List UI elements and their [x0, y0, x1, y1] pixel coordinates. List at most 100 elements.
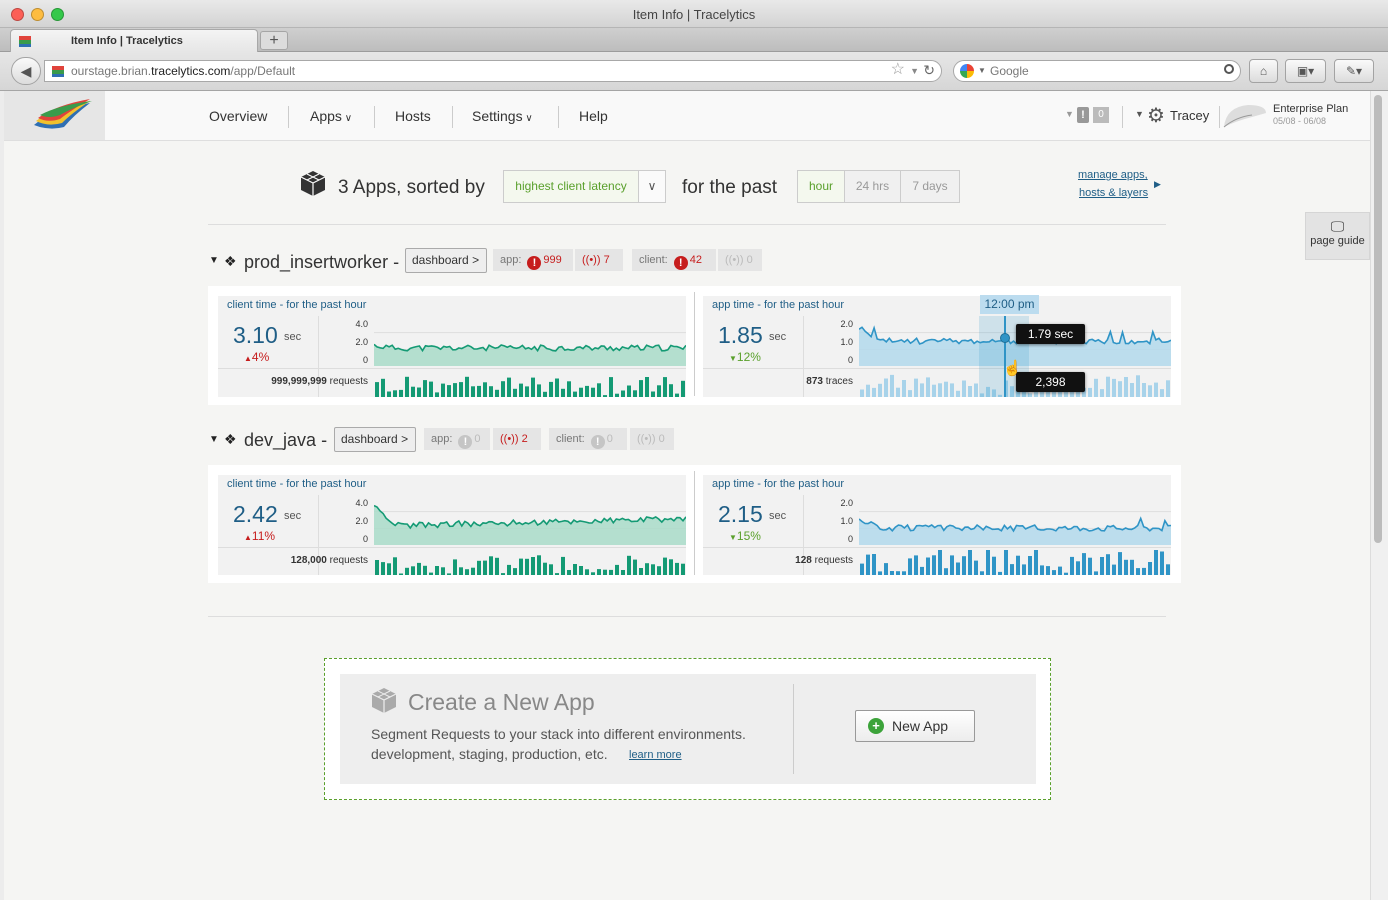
sort-select[interactable]: highest client latency: [503, 170, 639, 203]
address-bar[interactable]: ourstage.brian.tracelytics.com/app/Defau…: [44, 60, 942, 82]
request-bar: [908, 390, 912, 397]
request-bar: [453, 383, 457, 397]
reload-icon[interactable]: ↻: [923, 60, 935, 80]
menu-overview[interactable]: Overview: [209, 91, 267, 141]
app-name[interactable]: dev_java -: [244, 430, 327, 451]
request-bar: [609, 377, 613, 397]
request-bar: [896, 387, 900, 397]
request-bar: [675, 562, 679, 575]
alert-count-badge: 0: [1093, 107, 1109, 123]
client-signal-badge[interactable]: ((•)) 0: [718, 249, 762, 271]
client-errors-badge[interactable]: client:! 42: [632, 249, 716, 271]
app-time-chart: app time - for the past hour 1.85 sec ▼1…: [703, 296, 1171, 397]
request-bar: [1058, 566, 1062, 575]
error-icon: !: [673, 256, 688, 270]
value-unit: sec: [284, 510, 302, 522]
request-bar: [944, 568, 948, 575]
learn-more-link[interactable]: learn more: [629, 749, 682, 761]
request-bar: [555, 573, 559, 575]
request-bar: [513, 568, 517, 575]
plan-usage-gauge-icon: [1223, 105, 1266, 128]
app-signal-badge[interactable]: ((•)) 2: [493, 428, 541, 450]
bookmarks-icon: ▣▾: [1296, 64, 1315, 78]
range-7days-button[interactable]: 7 days: [900, 170, 960, 203]
plus-icon: +: [868, 718, 884, 734]
browser-tab[interactable]: Item Info | Tracelytics: [10, 29, 258, 52]
app-label: app:: [500, 254, 522, 266]
url-dropdown-icon[interactable]: ▼: [910, 61, 919, 81]
chevron-down-icon: ∨: [647, 179, 657, 193]
dashboard-button[interactable]: dashboard >: [405, 248, 487, 273]
bookmark-star-icon[interactable]: ☆: [891, 60, 905, 80]
user-dropdown-icon[interactable]: ▼: [1135, 109, 1144, 119]
browser-toolbar: ◀ ourstage.brian.tracelytics.com/app/Def…: [0, 52, 1388, 91]
range-24hrs-button[interactable]: 24 hrs: [844, 170, 901, 203]
request-bar: [1052, 570, 1056, 575]
request-bar: [537, 555, 541, 575]
menu-settings[interactable]: Settings ∨: [472, 91, 533, 141]
request-bar: [1130, 559, 1134, 575]
user-name[interactable]: Tracey: [1170, 108, 1209, 123]
search-field[interactable]: ▼ Google: [953, 60, 1241, 82]
dashboard-button[interactable]: dashboard >: [334, 427, 416, 452]
zoom-window-icon[interactable]: [51, 8, 64, 21]
minimize-window-icon[interactable]: [31, 8, 44, 21]
new-tab-button[interactable]: +: [260, 31, 288, 50]
app-errors-badge[interactable]: app:! 0: [424, 428, 490, 450]
app-errors-badge[interactable]: app:! 999: [493, 249, 573, 271]
request-bar: [441, 383, 445, 397]
request-bar: [507, 564, 511, 575]
new-app-button[interactable]: + New App: [855, 710, 975, 742]
app-signal-badge[interactable]: ((•)) 7: [575, 249, 623, 271]
trace-count-label: traces: [825, 376, 853, 387]
chart-title: client time - for the past hour: [227, 299, 367, 311]
alerts-dropdown-icon[interactable]: ▼: [1065, 109, 1074, 119]
request-bar: [914, 555, 918, 575]
bookmarks-menu-button[interactable]: ▣▾: [1285, 59, 1326, 83]
client-errors-badge[interactable]: client:! 0: [549, 428, 627, 450]
app-name[interactable]: prod_insertworker -: [244, 252, 399, 273]
alert-icon[interactable]: !: [1077, 107, 1089, 123]
extension-menu-button[interactable]: ✎▾: [1334, 59, 1374, 83]
manage-hosts-link[interactable]: hosts & layers: [1079, 187, 1148, 199]
collapse-triangle-icon[interactable]: ▼: [209, 434, 219, 445]
request-bar: [1028, 556, 1032, 575]
request-bar: [1064, 572, 1068, 575]
search-icon[interactable]: [1224, 64, 1234, 74]
back-button[interactable]: ◀: [11, 57, 41, 85]
menu-help[interactable]: Help: [579, 91, 608, 141]
request-bar: [968, 550, 972, 575]
request-bar: [429, 572, 433, 575]
home-button[interactable]: ⌂: [1249, 59, 1278, 83]
request-bar: [537, 384, 541, 397]
chart-divider: [694, 292, 695, 396]
request-bar: [866, 554, 870, 575]
collapse-triangle-icon[interactable]: ▼: [209, 255, 219, 266]
client-signal-badge[interactable]: ((•)) 0: [630, 428, 674, 450]
request-bar: [1088, 387, 1092, 397]
client-error-count: 0: [606, 433, 613, 445]
manage-apps-link[interactable]: manage apps,: [1078, 169, 1148, 181]
search-engine-dropdown-icon[interactable]: ▼: [978, 61, 986, 81]
range-hour-button[interactable]: hour: [797, 170, 845, 203]
request-count: 999,999,999 requests: [218, 376, 368, 387]
window-title: Item Info | Tracelytics: [632, 7, 756, 22]
gear-icon[interactable]: ⚙: [1147, 103, 1165, 128]
close-window-icon[interactable]: [11, 8, 24, 21]
menu-hosts[interactable]: Hosts: [395, 91, 431, 141]
request-bar: [920, 566, 924, 575]
tracelytics-logo[interactable]: [4, 91, 105, 140]
page-guide-button[interactable]: 🖵 page guide: [1305, 212, 1370, 260]
request-bar: [519, 383, 523, 397]
request-bar: [381, 378, 385, 397]
scrollbar-thumb[interactable]: [1374, 95, 1382, 543]
dashboard-label: dashboard: [341, 432, 398, 446]
request-bar: [585, 569, 589, 575]
client-label: client:: [639, 254, 668, 266]
sort-dropdown-button[interactable]: ∨: [638, 170, 666, 203]
request-bar: [501, 573, 505, 575]
request-bar: [525, 558, 529, 575]
request-count-value: 128,000: [290, 555, 327, 566]
request-bar: [896, 571, 900, 575]
menu-apps[interactable]: Apps ∨: [310, 91, 352, 141]
